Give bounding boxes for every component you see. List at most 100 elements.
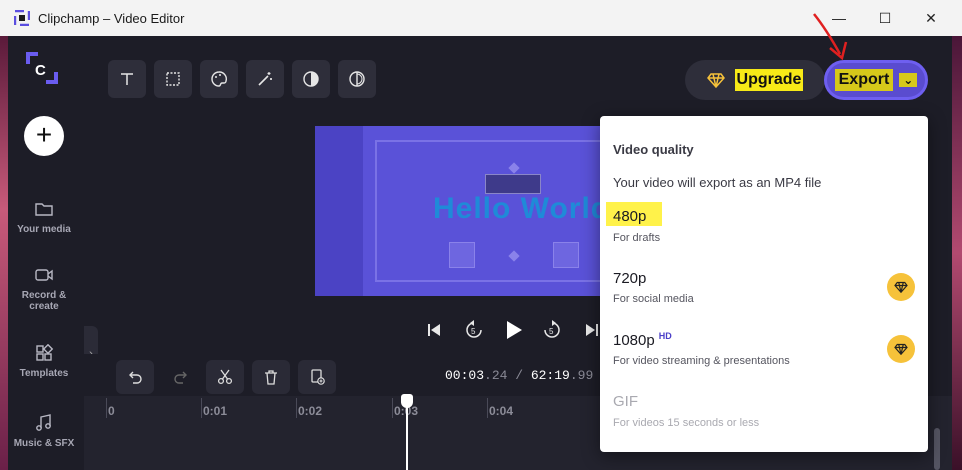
magic-wand-icon	[258, 72, 272, 86]
preview-thumbnail	[449, 242, 475, 268]
preview-side-stripe	[315, 126, 363, 296]
export-label: Export	[834, 69, 894, 91]
sidebar-item-music-sfx[interactable]: Music & SFX	[8, 414, 80, 449]
upgrade-button[interactable]: Upgrade	[685, 60, 825, 100]
premium-badge	[887, 335, 915, 363]
crop-icon	[166, 72, 180, 86]
timeline-scrollbar[interactable]	[934, 428, 940, 470]
undo-icon	[129, 371, 142, 384]
camera-icon	[35, 269, 53, 281]
forward-5-icon: 5	[544, 320, 560, 338]
desktop-wallpaper-right	[952, 36, 962, 470]
skip-forward-icon	[586, 324, 598, 336]
hd-badge: HD	[658, 331, 672, 341]
skip-back-button[interactable]	[422, 318, 446, 342]
ruler-tick	[201, 398, 202, 418]
sidebar-item-label: Your media	[17, 224, 71, 235]
duplicate-icon	[311, 369, 325, 385]
menu-description: Your video will export as an MP4 file	[613, 175, 822, 190]
option-title: 1080p HD	[613, 331, 672, 349]
ruler-tick-label: 0:01	[203, 404, 228, 418]
text-icon	[121, 73, 133, 85]
clipchamp-brand-icon: C	[26, 52, 58, 84]
close-button[interactable]: ✕	[908, 0, 954, 36]
preview-text: Hello World	[433, 192, 611, 225]
rewind-5-button[interactable]: 5	[462, 318, 486, 342]
scissors-icon	[217, 369, 233, 385]
timecode-separator: /	[507, 368, 531, 383]
color-tool-button[interactable]	[200, 60, 238, 98]
chevron-down-icon: ⌄	[899, 73, 918, 87]
filter-icon	[349, 71, 365, 87]
play-icon	[507, 321, 522, 339]
timecode: 00:03.24 / 62:19.99	[445, 368, 593, 383]
adjust-tool-button[interactable]	[292, 60, 330, 98]
option-subtitle: For social media	[613, 293, 694, 305]
filter-tool-button[interactable]	[338, 60, 376, 98]
effects-tool-button[interactable]	[246, 60, 284, 98]
option-subtitle: For videos 15 seconds or less	[613, 417, 760, 429]
sidebar-item-label: Templates	[19, 368, 69, 379]
diamond-icon	[894, 281, 908, 293]
sidebar-item-label: Music & SFX	[13, 438, 75, 449]
maximize-icon: ☐	[878, 9, 892, 26]
sidebar-item-record-create[interactable]: Record & create	[8, 266, 80, 312]
undo-button[interactable]	[116, 360, 154, 394]
desktop-wallpaper-left	[0, 36, 8, 470]
ruler-tick-label: 0	[108, 404, 115, 418]
crop-tool-button[interactable]	[154, 60, 192, 98]
total-time-fraction: .99	[569, 368, 594, 383]
templates-icon	[36, 344, 54, 361]
sidebar-item-label: Record & create	[21, 290, 67, 312]
ruler-tick	[392, 398, 393, 418]
menu-heading: Video quality	[613, 142, 694, 157]
text-tool-button[interactable]	[108, 60, 146, 98]
playhead-handle[interactable]	[401, 394, 413, 408]
diamond-icon	[894, 343, 908, 355]
export-button[interactable]: Export ⌄	[824, 60, 928, 100]
music-icon	[36, 414, 51, 431]
option-subtitle: For drafts	[613, 232, 661, 244]
redo-button[interactable]	[162, 360, 200, 394]
folder-icon	[35, 203, 53, 216]
option-title: GIF	[613, 393, 638, 410]
rewind-5-icon: 5	[466, 320, 482, 338]
split-button[interactable]	[206, 360, 244, 394]
sidebar-item-templates[interactable]: Templates	[8, 344, 80, 379]
current-time-fraction: .24	[484, 368, 508, 383]
duplicate-button[interactable]	[298, 360, 336, 394]
ruler-tick	[296, 398, 297, 418]
preview-banner	[485, 174, 541, 194]
play-button[interactable]	[502, 318, 526, 342]
trash-icon	[265, 370, 277, 385]
window-title: Clipchamp – Video Editor	[38, 11, 185, 26]
ruler-tick-label: 0:04	[489, 404, 514, 418]
maximize-button[interactable]: ☐	[862, 0, 908, 36]
premium-badge	[887, 273, 915, 301]
sidebar: C + Your media Record & create Templates…	[8, 36, 84, 470]
svg-text:5: 5	[471, 327, 476, 336]
option-subtitle: For video streaming & presentations	[613, 355, 790, 367]
plus-icon: +	[35, 119, 53, 150]
contrast-icon	[303, 71, 319, 87]
forward-5-button[interactable]: 5	[540, 318, 564, 342]
redo-icon	[174, 371, 187, 384]
delete-button[interactable]	[252, 360, 290, 394]
clipchamp-logo-icon	[14, 10, 30, 26]
svg-text:5: 5	[549, 327, 554, 336]
upgrade-label: Upgrade	[734, 69, 804, 91]
option-title: 720p	[613, 270, 647, 287]
option-title-text: 1080p	[613, 332, 655, 349]
sidebar-item-your-media[interactable]: Your media	[8, 200, 80, 235]
palette-icon	[211, 71, 227, 87]
total-time: 62:19	[530, 368, 570, 383]
ruler-tick	[487, 398, 488, 418]
export-quality-menu: Video quality Your video will export as …	[600, 116, 928, 452]
option-title: 480p	[613, 208, 647, 225]
diamond-icon	[706, 73, 725, 88]
ruler-tick	[106, 398, 107, 418]
add-media-button[interactable]: +	[24, 116, 64, 156]
close-icon: ✕	[925, 9, 937, 26]
svg-text:C: C	[35, 62, 46, 79]
annotation-arrow-icon	[813, 13, 848, 61]
